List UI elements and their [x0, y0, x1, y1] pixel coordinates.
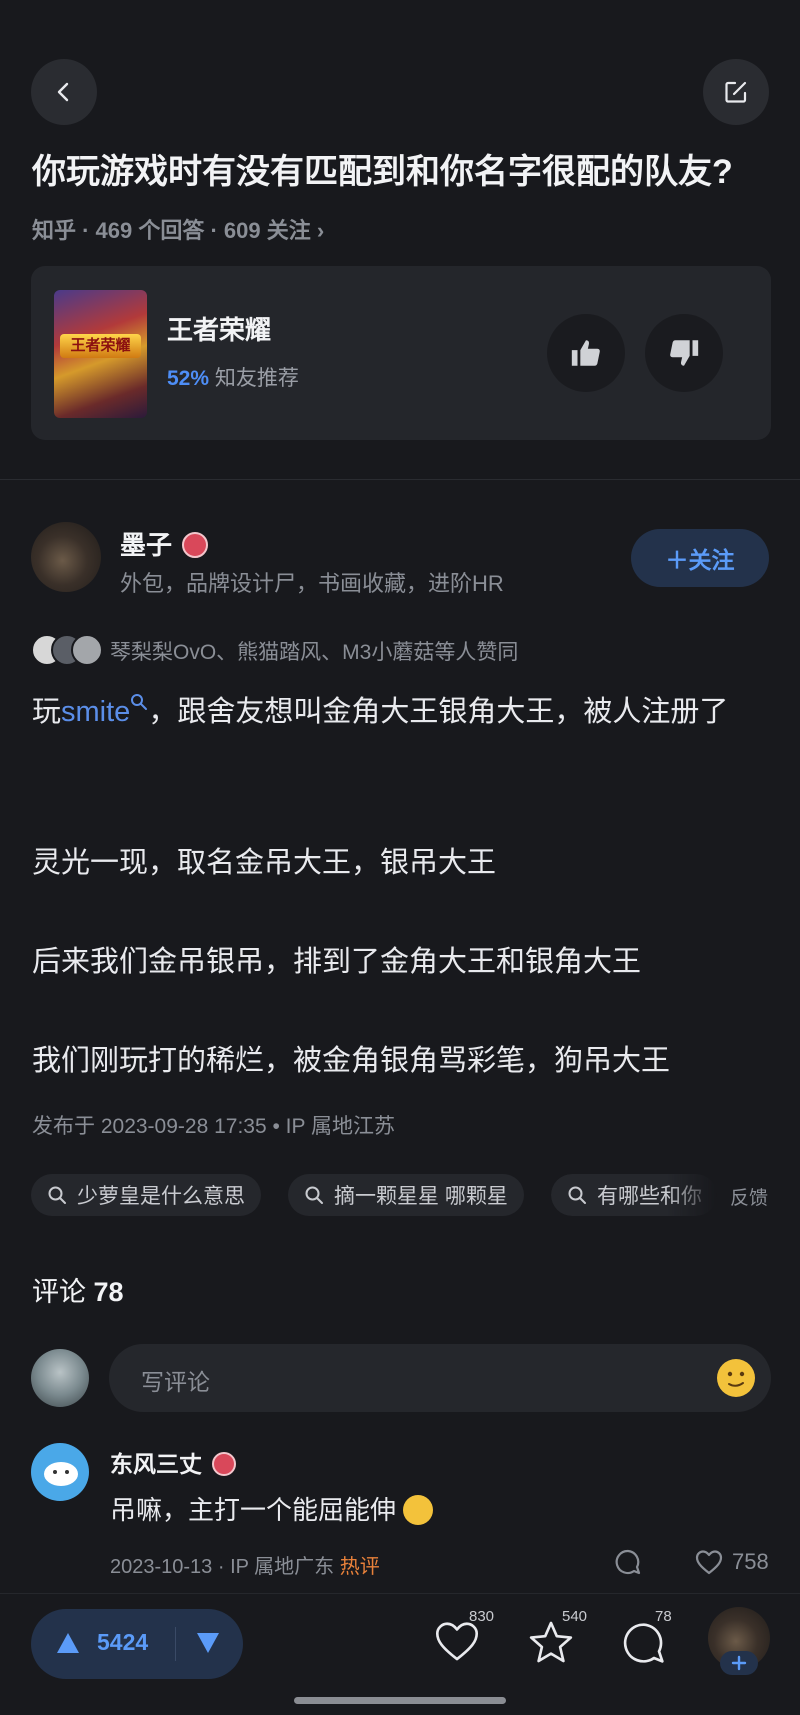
game-cover-image: 王者荣耀: [54, 290, 147, 418]
search-chip[interactable]: 少萝皇是什么意思: [31, 1174, 261, 1216]
thumbs-up-button[interactable]: [547, 314, 625, 392]
answer-paragraph: 玩smite ，跟舍友想叫金角大王银角大王，被人注册了: [32, 687, 772, 737]
my-avatar: [31, 1349, 89, 1407]
search-chip[interactable]: 有哪些和你: [551, 1174, 717, 1216]
answer-paragraph: 灵光一现，取名金吊大王，银吊大王: [32, 847, 497, 879]
vote-separator: [175, 1627, 176, 1661]
chip-label: 少萝皇是什么意思: [77, 1185, 245, 1208]
search-icon: [48, 1186, 66, 1204]
triangle-up-icon: [57, 1633, 79, 1653]
vote-pill: 5424: [31, 1609, 243, 1679]
game-logo-text: 王者荣耀: [60, 334, 141, 358]
like-count: 830: [469, 1608, 495, 1625]
answer-paragraph: 我们刚玩打的稀烂，被金角银角骂彩笔，狗吊大王: [32, 1045, 671, 1077]
follow-plus-button[interactable]: [720, 1651, 758, 1675]
recommend-percent: 52%: [167, 367, 210, 390]
answer-paragraph: 后来我们金吊银吊，排到了金角大王和银角大王: [32, 946, 642, 978]
heart-icon: [695, 1550, 723, 1575]
comment-date: 2023-10-13 ·: [110, 1556, 225, 1578]
hot-comment-tag: 热评: [339, 1556, 380, 1578]
follow-button[interactable]: ＋关注: [631, 529, 769, 587]
search-icon: [568, 1186, 586, 1204]
comments-label: 评论: [32, 1277, 86, 1307]
game-name: 王者荣耀: [167, 315, 272, 345]
publish-info: 发布于 2023-09-28 17:35 • IP 属地江苏: [32, 1115, 395, 1138]
liker-avatars: [31, 634, 103, 666]
author-name-row[interactable]: 墨子: [120, 525, 209, 562]
question-title[interactable]: 你玩游戏时有没有匹配到和你名字很配的队友?: [32, 148, 772, 196]
author-description: 外包，品牌设计尸，书画收藏，进阶HR: [120, 571, 504, 596]
emoji-icon[interactable]: [717, 1359, 755, 1397]
comment-placeholder: 写评论: [141, 1369, 210, 1395]
verified-badge-icon: [212, 1451, 236, 1476]
edit-button[interactable]: [703, 59, 769, 125]
comment-bubble-icon: [615, 1549, 641, 1575]
commenter-name-row[interactable]: 东风三丈: [110, 1445, 236, 1479]
favorite-count: 540: [562, 1608, 588, 1625]
home-indicator[interactable]: [294, 1697, 506, 1704]
comment-like-button[interactable]: 758: [694, 1548, 769, 1576]
comment-text-content: 吊嘛，主打一个能屈能伸: [110, 1495, 397, 1525]
chip-label: 有哪些和你: [597, 1185, 702, 1208]
comment-text: 吊嘛，主打一个能屈能伸: [110, 1490, 434, 1527]
chip-label: 摘一颗星星 哪颗星: [334, 1185, 508, 1208]
comment-input[interactable]: 写评论: [109, 1344, 771, 1412]
search-icon: [131, 694, 148, 710]
liker-avatar: [71, 634, 103, 666]
comment-like-count: 758: [732, 1549, 769, 1574]
search-chip[interactable]: 摘一颗星星 哪颗星: [288, 1174, 524, 1216]
like-button[interactable]: [432, 1618, 482, 1668]
bottom-action-bar: 5424 830 540 78: [0, 1593, 800, 1692]
search-icon: [305, 1186, 323, 1204]
plus-icon: [731, 1655, 747, 1671]
downvote-button[interactable]: [195, 1631, 221, 1660]
game-card[interactable]: 王者荣耀 王者荣耀 52% 知友推荐: [31, 266, 771, 440]
comments-header: 评论 78: [32, 1270, 124, 1309]
recommend-label: 知友推荐: [214, 367, 299, 390]
commenter-name: 东风三丈: [110, 1451, 202, 1477]
liked-by-text[interactable]: 琴梨梨OvO、熊猫踏风、M3小蘑菇等人赞同: [110, 636, 518, 666]
keyword-text: smite: [61, 696, 131, 728]
thumbs-down-button[interactable]: [645, 314, 723, 392]
comments-count: 78: [93, 1277, 124, 1307]
game-recommend: 52% 知友推荐: [167, 362, 299, 392]
thumbs-up-icon: [571, 340, 600, 366]
edit-icon: [725, 81, 747, 103]
text-segment: 玩: [32, 696, 62, 728]
author-avatar[interactable]: [31, 522, 101, 592]
comment-count: 78: [655, 1608, 672, 1625]
comment-ip: IP 属地广东: [230, 1556, 335, 1578]
feedback-link[interactable]: 反馈: [730, 1183, 768, 1210]
star-icon: [529, 1621, 573, 1663]
comment-meta: 2023-10-13 · IP 属地广东 热评: [110, 1550, 380, 1579]
triangle-down-icon: [197, 1633, 219, 1653]
comment-button[interactable]: [619, 1618, 669, 1668]
comment-bubble-icon: [623, 1623, 664, 1663]
reply-button[interactable]: [613, 1547, 643, 1582]
commenter-avatar[interactable]: [31, 1443, 89, 1501]
search-keyword-link[interactable]: smite: [61, 694, 148, 728]
thumbs-down-icon: [670, 340, 699, 366]
upvote-count: 5424: [97, 1629, 149, 1655]
back-button[interactable]: [31, 59, 97, 125]
favorite-button[interactable]: [526, 1618, 576, 1668]
divider: [0, 479, 800, 480]
relieved-emoji-icon: [403, 1495, 434, 1525]
question-meta[interactable]: 知乎 · 469 个回答 · 609 关注 ›: [32, 213, 324, 245]
author-name: 墨子: [120, 530, 173, 560]
chevron-left-icon: [57, 82, 69, 102]
verified-badge-icon: [182, 532, 209, 559]
text-segment: ，跟舍友想叫金角大王银角大王，被人注册了: [148, 696, 729, 728]
upvote-button[interactable]: [55, 1631, 81, 1660]
